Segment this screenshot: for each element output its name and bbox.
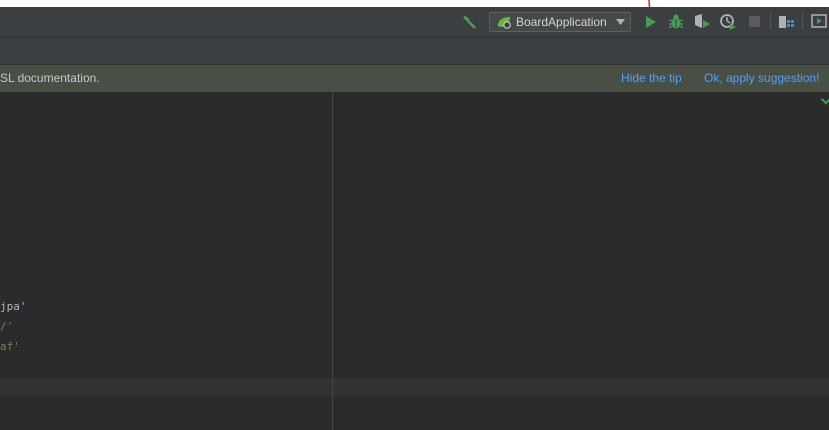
- right-margin-guide: [332, 92, 333, 430]
- stop-icon[interactable]: [749, 16, 760, 27]
- toolbar-separator: [770, 14, 771, 30]
- code-line[interactable]: af': [0, 340, 20, 353]
- spring-boot-icon: [498, 17, 511, 29]
- main-toolbar: BoardApplication: [0, 7, 829, 38]
- toolbar-separator: [802, 14, 803, 30]
- apply-suggestion-link[interactable]: Ok, apply suggestion!: [704, 71, 819, 85]
- window-top-edge: [0, 0, 829, 7]
- coverage-icon[interactable]: [693, 13, 711, 30]
- project-structure-icon[interactable]: [778, 14, 795, 30]
- code-line[interactable]: /': [0, 320, 13, 333]
- code-editor[interactable]: jpa' /' af': [0, 92, 829, 430]
- run-icon[interactable]: [645, 15, 657, 29]
- presentation-icon[interactable]: [811, 14, 827, 29]
- debug-icon[interactable]: [668, 13, 684, 30]
- editor-tab-bar: [0, 38, 829, 65]
- tip-text: SL documentation.: [0, 71, 100, 85]
- hide-tip-link[interactable]: Hide the tip: [621, 71, 682, 85]
- code-line[interactable]: jpa': [0, 300, 27, 313]
- tip-banner: SL documentation. Hide the tip Ok, apply…: [0, 65, 829, 92]
- run-configuration-label: BoardApplication: [516, 15, 607, 29]
- current-line-highlight: [0, 378, 829, 397]
- check-icon: [820, 92, 829, 105]
- hammer-icon[interactable]: [460, 13, 478, 31]
- run-configuration-dropdown[interactable]: BoardApplication: [489, 12, 631, 32]
- chevron-down-icon: [616, 19, 625, 25]
- profile-icon[interactable]: [719, 13, 737, 31]
